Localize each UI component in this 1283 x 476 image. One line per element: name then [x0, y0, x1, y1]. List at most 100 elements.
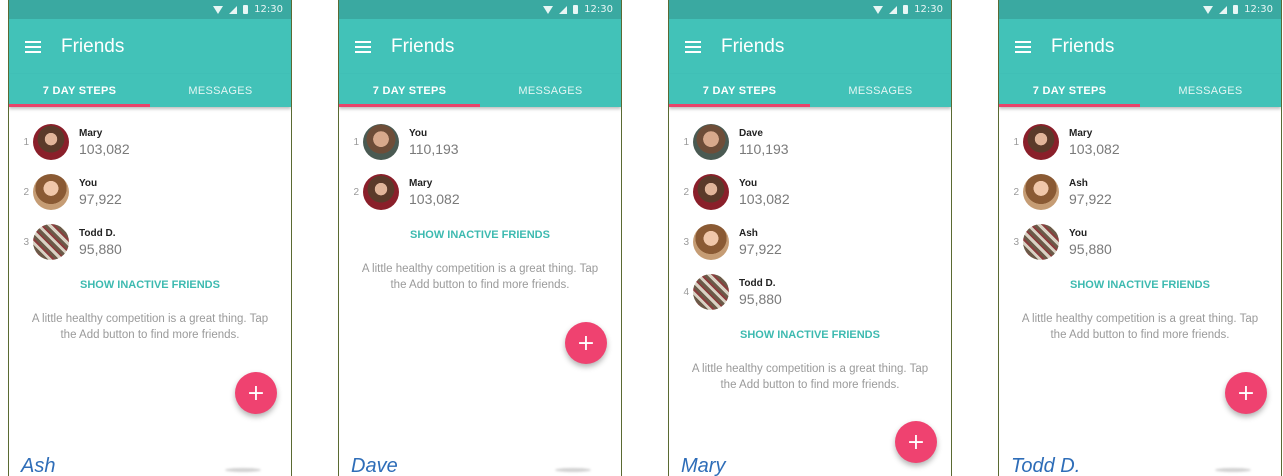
tab-messages[interactable]: MESSAGES: [150, 74, 291, 107]
app-bar: Friends: [339, 19, 621, 74]
battery-icon: [243, 5, 249, 14]
menu-icon[interactable]: [685, 40, 701, 53]
menu-icon[interactable]: [1015, 40, 1031, 53]
app-bar: Friends: [999, 19, 1281, 74]
friend-steps: 110,193: [739, 140, 789, 157]
friend-steps: 95,880: [79, 240, 122, 257]
tab-messages[interactable]: MESSAGES: [1140, 74, 1281, 107]
friend-steps: 103,082: [1069, 140, 1120, 157]
friend-name: You: [79, 177, 98, 189]
show-inactive-friends-button[interactable]: SHOW INACTIVE FRIENDS: [669, 329, 951, 341]
signal-icon: [1219, 5, 1228, 14]
avatar: [1023, 124, 1059, 160]
friend-name: Ash: [1069, 177, 1088, 189]
friend-steps: 103,082: [739, 190, 790, 207]
friend-name: Mary: [409, 177, 433, 189]
status-bar: 12:30: [999, 0, 1281, 19]
avatar: [33, 124, 69, 160]
friend-list: 1 Mary 103,082 2 Ash 97,922 3 You 95,880: [999, 107, 1281, 267]
list-item[interactable]: 1 Mary 103,082: [9, 117, 291, 167]
avatar: [693, 274, 729, 310]
list-item[interactable]: 1 You 110,193: [339, 117, 621, 167]
friend-steps: 95,880: [739, 290, 782, 307]
tab-7-day-steps[interactable]: 7 DAY STEPS: [9, 74, 150, 107]
tab-bar: 7 DAY STEPS MESSAGES: [339, 74, 621, 107]
list-item[interactable]: 3 Todd D. 95,880: [9, 217, 291, 267]
friend-name: You: [409, 127, 428, 139]
tab-messages[interactable]: MESSAGES: [810, 74, 951, 107]
list-item[interactable]: 1 Mary 103,082: [999, 117, 1281, 167]
rank-number: 3: [23, 236, 29, 248]
list-item[interactable]: 4 Todd D. 95,880: [669, 267, 951, 317]
rank-number: 1: [353, 136, 359, 148]
phone-screen-ash: 12:30 Friends 7 DAY STEPS MESSAGES 1 Mar…: [8, 0, 292, 476]
screen-caption: Dave: [351, 455, 398, 476]
rank-number: 1: [1013, 136, 1019, 148]
page-title: Friends: [1051, 35, 1115, 57]
add-friend-button[interactable]: +: [565, 322, 607, 364]
tab-7-day-steps[interactable]: 7 DAY STEPS: [669, 74, 810, 107]
add-friend-button[interactable]: +: [1225, 372, 1267, 414]
rank-number: 3: [683, 236, 689, 248]
rank-number: 4: [683, 286, 689, 298]
status-time: 12:30: [254, 4, 283, 15]
phone-screen-todd: 12:30 Friends 7 DAY STEPS MESSAGES 1 Mar…: [998, 0, 1282, 476]
tip-text: A little healthy competition is a great …: [1021, 313, 1259, 341]
friend-name: Mary: [1069, 127, 1093, 139]
wifi-icon: [873, 5, 884, 14]
friend-steps: 97,922: [739, 240, 782, 257]
signal-icon: [889, 5, 898, 14]
friend-list: 1 Mary 103,082 2 You 97,922 3 Todd D. 95…: [9, 107, 291, 267]
rank-number: 2: [23, 186, 29, 198]
friend-steps: 103,082: [79, 140, 130, 157]
tab-bar: 7 DAY STEPS MESSAGES: [669, 74, 951, 107]
avatar: [363, 174, 399, 210]
wifi-icon: [543, 5, 554, 14]
tab-bar: 7 DAY STEPS MESSAGES: [999, 74, 1281, 107]
phone-screen-mary: 12:30 Friends 7 DAY STEPS MESSAGES 1 Dav…: [668, 0, 952, 476]
friend-steps: 103,082: [409, 190, 460, 207]
list-item[interactable]: 2 Mary 103,082: [339, 167, 621, 217]
screen-caption: Mary: [681, 455, 726, 476]
tab-messages[interactable]: MESSAGES: [480, 74, 621, 107]
show-inactive-friends-button[interactable]: SHOW INACTIVE FRIENDS: [9, 279, 291, 291]
avatar: [363, 124, 399, 160]
app-bar: Friends: [9, 19, 291, 74]
show-inactive-friends-button[interactable]: SHOW INACTIVE FRIENDS: [999, 279, 1281, 291]
tip-text: A little healthy competition is a great …: [31, 313, 269, 341]
rank-number: 1: [23, 136, 29, 148]
friend-name: You: [739, 177, 758, 189]
menu-icon[interactable]: [25, 40, 41, 53]
menu-icon[interactable]: [355, 40, 371, 53]
bottom-shadow: [555, 468, 591, 472]
rank-number: 2: [353, 186, 359, 198]
list-item[interactable]: 3 You 95,880: [999, 217, 1281, 267]
show-inactive-friends-button[interactable]: SHOW INACTIVE FRIENDS: [339, 229, 621, 241]
battery-icon: [1233, 5, 1239, 14]
add-friend-button[interactable]: +: [235, 372, 277, 414]
list-item[interactable]: 3 Ash 97,922: [669, 217, 951, 267]
avatar: [33, 174, 69, 210]
wifi-icon: [1203, 5, 1214, 14]
add-friend-button[interactable]: +: [895, 421, 937, 463]
status-time: 12:30: [914, 4, 943, 15]
tab-7-day-steps[interactable]: 7 DAY STEPS: [339, 74, 480, 107]
tab-7-day-steps[interactable]: 7 DAY STEPS: [999, 74, 1140, 107]
friend-steps: 97,922: [1069, 190, 1112, 207]
list-item[interactable]: 1 Dave 110,193: [669, 117, 951, 167]
avatar: [1023, 224, 1059, 260]
list-item[interactable]: 2 You 97,922: [9, 167, 291, 217]
bottom-shadow: [225, 468, 261, 472]
page-title: Friends: [391, 35, 455, 57]
friend-steps: 95,880: [1069, 240, 1112, 257]
wifi-icon: [213, 5, 224, 14]
friend-steps: 97,922: [79, 190, 122, 207]
list-item[interactable]: 2 Ash 97,922: [999, 167, 1281, 217]
status-time: 12:30: [1244, 4, 1273, 15]
friend-name: Todd D.: [79, 227, 116, 239]
avatar: [693, 124, 729, 160]
page-title: Friends: [61, 35, 125, 57]
screen-caption: Ash: [21, 455, 56, 476]
tip-text: A little healthy competition is a great …: [361, 263, 599, 291]
list-item[interactable]: 2 You 103,082: [669, 167, 951, 217]
